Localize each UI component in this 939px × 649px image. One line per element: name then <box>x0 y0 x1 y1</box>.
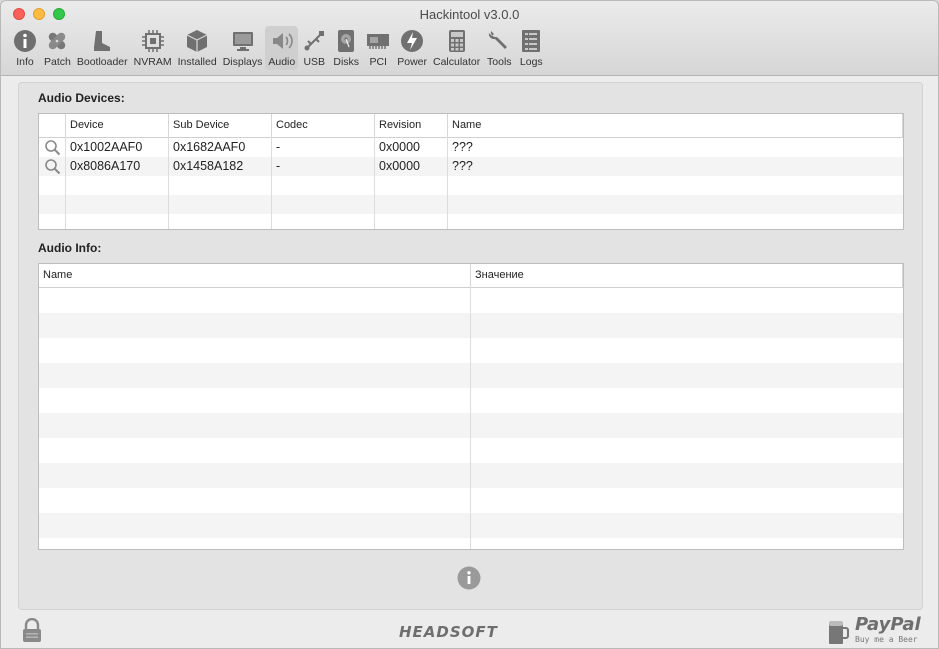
buy-me-a-beer-label: Buy me a Beer <box>855 635 918 644</box>
empty-row <box>39 463 903 488</box>
tab-label: Patch <box>44 56 71 68</box>
app-window: Hackintool v3.0.0 Info Patch Bootloader … <box>0 0 939 649</box>
empty-row <box>39 413 903 438</box>
column-header-icon[interactable] <box>39 114 66 137</box>
tab-calculator[interactable]: Calculator <box>430 26 483 70</box>
tab-label: PCI <box>369 56 387 68</box>
empty-row <box>39 488 903 513</box>
tab-label: Disks <box>333 56 360 68</box>
empty-row <box>39 538 903 549</box>
pci-card-icon <box>367 34 390 49</box>
empty-row <box>39 288 903 313</box>
tab-audio[interactable]: Audio <box>265 26 299 70</box>
tab-label: Displays <box>222 56 263 68</box>
tab-logs[interactable]: Logs <box>515 26 547 70</box>
paypal-donate-button[interactable]: PayPal Buy me a Beer <box>827 614 927 648</box>
column-header-codec[interactable]: Codec <box>272 114 375 137</box>
paypal-label: PayPal <box>855 614 921 635</box>
revision-cell: 0x0000 <box>379 140 421 154</box>
codec-cell: - <box>276 140 281 154</box>
magnifier-icon[interactable] <box>44 139 61 156</box>
column-header-sub-device[interactable]: Sub Device <box>169 114 272 137</box>
display-icon <box>232 32 253 51</box>
tab-usb[interactable]: USB <box>298 26 330 70</box>
tab-label: Tools <box>487 56 512 68</box>
audio-devices-table[interactable]: Device Sub Device Codec Revision Name 0x… <box>38 113 904 230</box>
tab-label: Installed <box>177 56 217 68</box>
patch-icon <box>49 32 66 50</box>
column-divider <box>271 137 272 229</box>
column-divider <box>447 137 448 229</box>
column-header-name[interactable]: Name <box>39 264 471 287</box>
disk-icon <box>338 30 355 52</box>
tab-label: Power <box>397 56 427 68</box>
empty-row <box>39 513 903 538</box>
tab-installed[interactable]: Installed <box>175 26 220 70</box>
logs-icon <box>522 30 541 52</box>
column-divider <box>65 137 66 229</box>
tab-label: Bootloader <box>76 56 128 68</box>
lock-icon[interactable] <box>20 618 44 644</box>
toolbar: Info Patch Bootloader NVRAM Installed Di… <box>9 26 547 72</box>
beer-mug-icon <box>829 621 849 644</box>
column-divider <box>374 137 375 229</box>
column-header-value[interactable]: Значение <box>471 264 903 287</box>
info-button-icon[interactable] <box>457 566 481 590</box>
magnifier-icon[interactable] <box>44 158 61 175</box>
device-cell: 0x8086A170 <box>70 159 141 173</box>
tab-nvram[interactable]: NVRAM <box>131 26 175 70</box>
name-cell: ??? <box>452 140 473 154</box>
table-header: Device Sub Device Codec Revision Name <box>39 114 903 138</box>
empty-row <box>39 438 903 463</box>
column-header-name[interactable]: Name <box>448 114 903 137</box>
wrench-icon <box>489 31 508 49</box>
empty-row <box>39 363 903 388</box>
table-header: Name Значение <box>39 264 903 288</box>
device-cell: 0x1002AAF0 <box>70 140 143 154</box>
column-header-device[interactable]: Device <box>66 114 169 137</box>
speaker-icon <box>272 33 293 49</box>
tab-label: Logs <box>519 56 543 68</box>
tab-label: USB <box>303 56 326 68</box>
empty-row <box>39 338 903 363</box>
info-icon <box>14 30 36 52</box>
sub-device-cell: 0x1458A182 <box>173 159 244 173</box>
tab-info[interactable]: Info <box>9 26 41 70</box>
calculator-icon <box>448 30 465 52</box>
chip-icon <box>141 30 164 52</box>
audio-devices-heading: Audio Devices: <box>38 91 125 105</box>
column-header-revision[interactable]: Revision <box>375 114 448 137</box>
tab-label: Calculator <box>433 56 481 68</box>
tab-label: Audio <box>268 56 296 68</box>
sub-device-cell: 0x1682AAF0 <box>173 140 246 154</box>
tab-power[interactable]: Power <box>394 26 430 70</box>
headsoft-logo[interactable]: HEADSOFT <box>399 623 498 641</box>
audio-info-heading: Audio Info: <box>38 241 102 255</box>
tab-patch[interactable]: Patch <box>41 26 74 70</box>
boot-icon <box>94 31 111 51</box>
empty-row <box>39 313 903 338</box>
codec-cell: - <box>276 159 281 173</box>
audio-info-table[interactable]: Name Значение <box>38 263 904 550</box>
tab-displays[interactable]: Displays <box>220 26 266 70</box>
column-divider <box>470 287 471 549</box>
name-cell: ??? <box>452 159 473 173</box>
usb-icon <box>304 31 325 51</box>
revision-cell: 0x0000 <box>379 159 421 173</box>
window-title: Hackintool v3.0.0 <box>419 7 520 22</box>
power-icon <box>401 30 424 52</box>
tab-label: Info <box>16 56 34 68</box>
tab-disks[interactable]: Disks <box>330 26 362 70</box>
tab-label: NVRAM <box>133 56 172 68</box>
column-divider <box>168 137 169 229</box>
tab-bootloader[interactable]: Bootloader <box>74 26 131 70</box>
empty-row <box>39 388 903 413</box>
tab-tools[interactable]: Tools <box>483 26 515 70</box>
titlebar: Hackintool v3.0.0 Info Patch Bootloader … <box>1 1 938 76</box>
package-icon <box>186 30 208 52</box>
tab-pci[interactable]: PCI <box>362 26 394 70</box>
